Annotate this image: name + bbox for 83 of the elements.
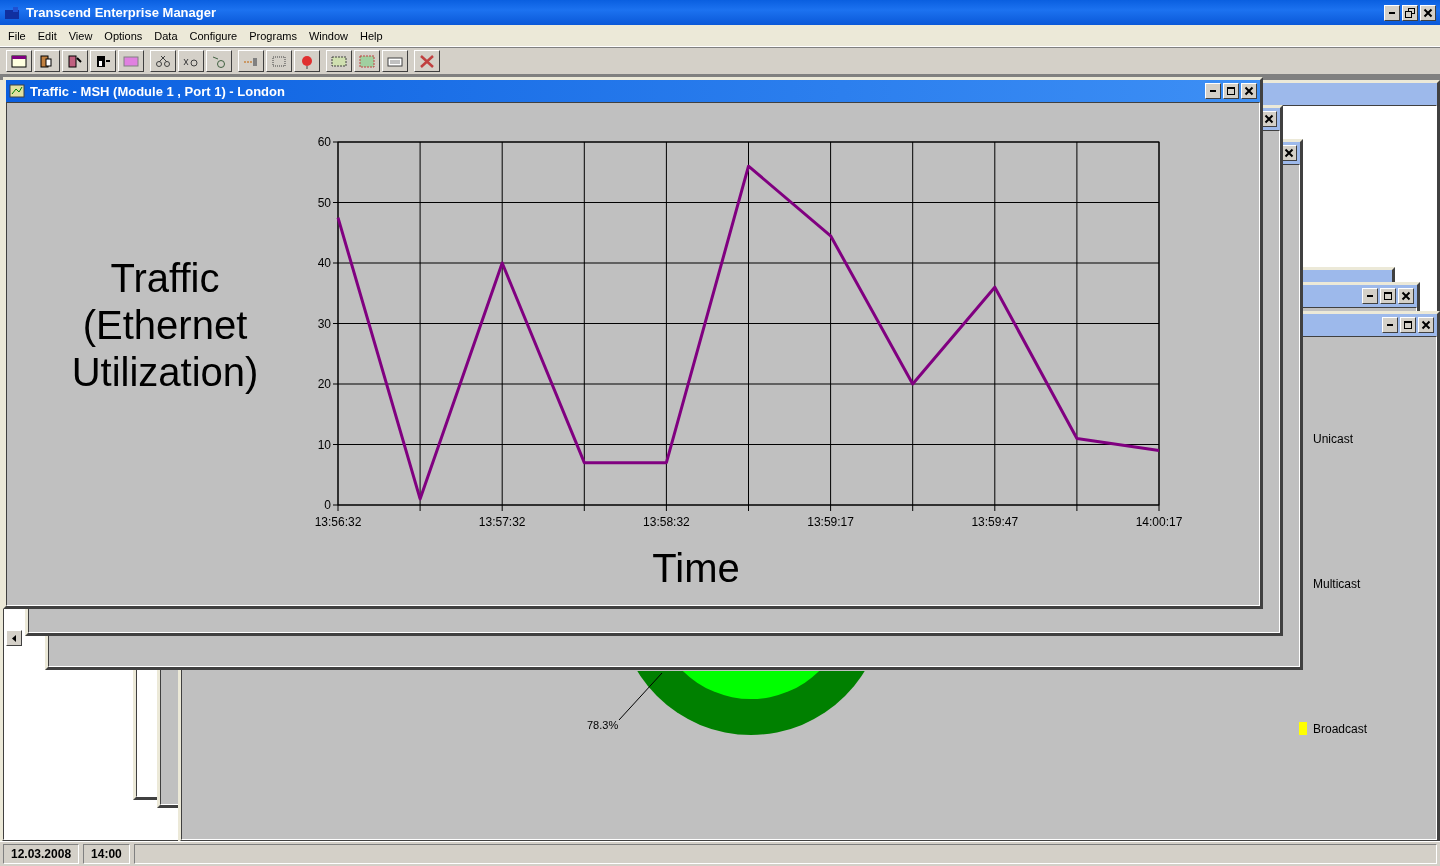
x-tick-label: 14:00:17 bbox=[1135, 515, 1183, 529]
y-axis-title: Traffic (Ethernet Utilization) bbox=[70, 254, 260, 396]
toolbar-button[interactable] bbox=[6, 50, 32, 72]
scroll-left-button[interactable] bbox=[6, 630, 22, 646]
legend-label: Broadcast bbox=[1313, 721, 1368, 736]
menu-item[interactable]: Programs bbox=[243, 29, 303, 42]
toolbar-button[interactable] bbox=[294, 50, 320, 72]
status-cell: 12.03.2008 bbox=[3, 844, 80, 864]
toolbar-button[interactable] bbox=[266, 50, 292, 72]
maximize-button[interactable] bbox=[1380, 288, 1396, 304]
menu-item[interactable]: File bbox=[2, 29, 32, 42]
close-icon bbox=[1284, 148, 1294, 158]
menu-item[interactable]: Help bbox=[354, 29, 389, 42]
y-tick-label: 0 bbox=[324, 498, 331, 512]
minimize-button[interactable] bbox=[1205, 83, 1221, 99]
menu-item[interactable]: Configure bbox=[183, 29, 244, 42]
minimize-button[interactable] bbox=[1382, 317, 1398, 333]
close-icon bbox=[1244, 86, 1254, 96]
close-button[interactable] bbox=[1241, 83, 1257, 99]
toolbar-button[interactable] bbox=[326, 50, 352, 72]
menu-item[interactable]: Options bbox=[98, 29, 149, 42]
toolbar-button[interactable] bbox=[206, 50, 232, 72]
door-icon bbox=[94, 53, 112, 69]
x-tick-label: 13:59:47 bbox=[971, 515, 1019, 529]
minimize-button[interactable] bbox=[1362, 288, 1378, 304]
chart-window-icon bbox=[9, 84, 25, 98]
app-icon bbox=[4, 5, 20, 20]
menu-item[interactable]: Data bbox=[148, 29, 184, 42]
legend-label: Unicast bbox=[1313, 431, 1353, 446]
minimize-icon bbox=[1389, 11, 1395, 14]
y-tick-label: 30 bbox=[317, 316, 331, 331]
y-tick-label: 20 bbox=[317, 377, 331, 391]
x-tick-label: 13:56:32 bbox=[314, 515, 362, 529]
slice-label: 78.3% bbox=[587, 719, 619, 731]
maximize-button[interactable] bbox=[1223, 83, 1239, 99]
x-tick-label: 13:59:17 bbox=[807, 515, 854, 529]
x-tick-label: 13:57:32 bbox=[478, 515, 526, 529]
maximize-icon bbox=[1403, 320, 1413, 330]
toolbar-button[interactable] bbox=[90, 50, 116, 72]
toolbar-button[interactable] bbox=[178, 50, 204, 72]
scissors-icon bbox=[154, 53, 172, 69]
maximize-button[interactable] bbox=[1400, 317, 1416, 333]
menu-item[interactable]: Window bbox=[302, 29, 355, 42]
close-icon bbox=[1264, 114, 1274, 124]
minimize-icon bbox=[1387, 324, 1393, 326]
documents-icon bbox=[66, 53, 84, 69]
cross-icon bbox=[418, 53, 436, 69]
close-icon bbox=[1401, 291, 1411, 301]
toolbar-button[interactable] bbox=[354, 50, 380, 72]
toolbar-button[interactable] bbox=[62, 50, 88, 72]
window-title: Traffic - MSH (Module 1 , Port 1) - London bbox=[30, 83, 285, 99]
toolbar-button[interactable] bbox=[150, 50, 176, 72]
menu-item[interactable]: View bbox=[62, 29, 99, 42]
toolbar-button[interactable] bbox=[382, 50, 408, 72]
app-title: Transcend Enterprise Manager bbox=[26, 5, 216, 20]
x-axis-title: Time bbox=[652, 546, 740, 590]
minimize-icon bbox=[1367, 295, 1373, 297]
toolbar-button[interactable] bbox=[238, 50, 264, 72]
status-cell: 14:00 bbox=[83, 844, 130, 864]
minimize-button[interactable] bbox=[1384, 4, 1400, 21]
restore-icon bbox=[1405, 7, 1415, 18]
y-tick-label: 40 bbox=[317, 256, 331, 270]
y-tick-label: 50 bbox=[317, 195, 331, 210]
toolbar-button[interactable] bbox=[118, 50, 144, 72]
close-icon bbox=[1423, 7, 1433, 18]
y-tick-label: 10 bbox=[317, 437, 331, 452]
toolbar-button[interactable] bbox=[414, 50, 440, 72]
maximize-icon bbox=[1226, 86, 1236, 96]
restore-button[interactable] bbox=[1402, 4, 1418, 21]
minimize-icon bbox=[1210, 90, 1216, 92]
close-button[interactable] bbox=[1420, 4, 1436, 21]
x-tick-label: 13:58:32 bbox=[643, 515, 690, 529]
toolbar-button[interactable] bbox=[34, 50, 60, 72]
leader-line bbox=[618, 673, 663, 721]
close-icon bbox=[1421, 320, 1431, 330]
window-icon bbox=[10, 53, 28, 69]
maximize-icon bbox=[1383, 291, 1393, 301]
close-button[interactable] bbox=[1418, 317, 1434, 333]
legend-label: Multicast bbox=[1313, 576, 1361, 591]
y-tick-label: 60 bbox=[317, 135, 331, 149]
close-button[interactable] bbox=[1398, 288, 1414, 304]
left-arrow-icon bbox=[12, 634, 16, 642]
menu-item[interactable]: Edit bbox=[31, 29, 63, 42]
